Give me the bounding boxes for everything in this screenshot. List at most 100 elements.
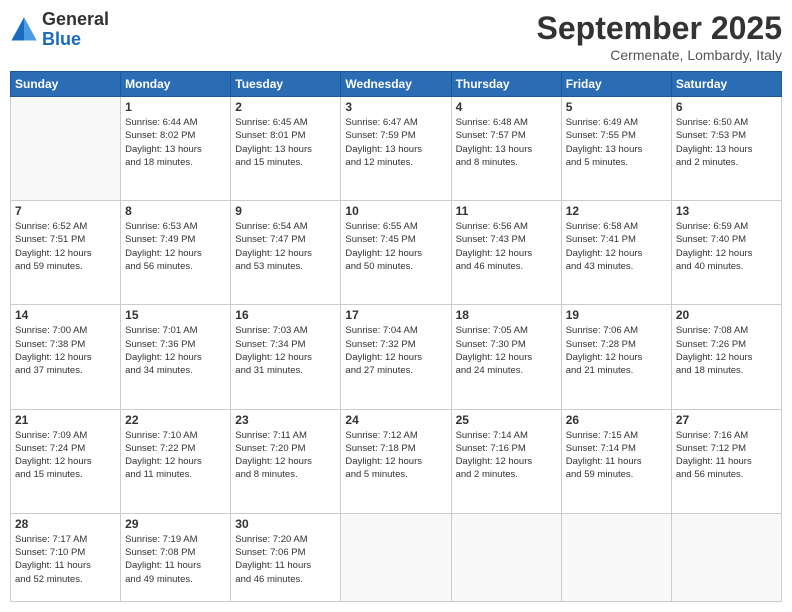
cell-w1-d4: 11Sunrise: 6:56 AMSunset: 7:43 PMDayligh… (451, 201, 561, 305)
logo-blue-text: Blue (42, 30, 109, 50)
day-info: Sunrise: 7:06 AMSunset: 7:28 PMDaylight:… (566, 324, 667, 377)
day-number: 7 (15, 204, 116, 218)
cell-w4-d1: 29 Sunrise: 7:19 AMSunset: 7:08 PMDayligh… (121, 513, 231, 601)
day-info: Sunrise: 7:16 AMSunset: 7:12 PMDaylight:… (676, 429, 777, 482)
cell-w1-d0: 7 Sunrise: 6:52 AMSunset: 7:51 PMDaylight… (11, 201, 121, 305)
day-info: Sunrise: 6:52 AMSunset: 7:51 PMDaylight:… (15, 220, 116, 273)
cell-w3-d3: 24 Sunrise: 7:12 AMSunset: 7:18 PMDayligh… (341, 409, 451, 513)
day-number: 23 (235, 413, 336, 427)
day-number: 3 (345, 100, 446, 114)
cell-w4-d2: 30 Sunrise: 7:20 AMSunset: 7:06 PMDayligh… (231, 513, 341, 601)
day-info: Sunrise: 7:04 AMSunset: 7:32 PMDaylight:… (345, 324, 446, 377)
day-number: 24 (345, 413, 446, 427)
day-info: Sunrise: 6:47 AMSunset: 7:59 PMDaylight:… (345, 116, 446, 169)
logo: General Blue (10, 10, 109, 50)
day-info: Sunrise: 6:56 AMSunset: 7:43 PMDaylight:… (456, 220, 557, 273)
cell-w3-d2: 23 Sunrise: 7:11 AMSunset: 7:20 PMDayligh… (231, 409, 341, 513)
logo-text: General Blue (42, 10, 109, 50)
day-info: Sunrise: 6:48 AMSunset: 7:57 PMDaylight:… (456, 116, 557, 169)
cell-w0-d4: 4 Sunrise: 6:48 AMSunset: 7:57 PMDaylight… (451, 97, 561, 201)
day-info: Sunrise: 6:45 AMSunset: 8:01 PMDaylight:… (235, 116, 336, 169)
cell-w0-d1: 1Sunrise: 6:44 AMSunset: 8:02 PMDaylight… (121, 97, 231, 201)
day-info: Sunrise: 7:00 AMSunset: 7:38 PMDaylight:… (15, 324, 116, 377)
week-row-4: 28Sunrise: 7:17 AMSunset: 7:10 PMDayligh… (11, 513, 782, 601)
cell-w2-d3: 17 Sunrise: 7:04 AMSunset: 7:32 PMDayligh… (341, 305, 451, 409)
day-number: 8 (125, 204, 226, 218)
day-number: 19 (566, 308, 667, 322)
cell-w0-d3: 3 Sunrise: 6:47 AMSunset: 7:59 PMDaylight… (341, 97, 451, 201)
day-number: 16 (235, 308, 336, 322)
cell-w4-d4 (451, 513, 561, 601)
logo-general-text: General (42, 10, 109, 30)
title-block: September 2025 Cermenate, Lombardy, Ital… (537, 10, 782, 63)
day-number: 12 (566, 204, 667, 218)
day-info: Sunrise: 6:50 AMSunset: 7:53 PMDaylight:… (676, 116, 777, 169)
week-row-1: 7 Sunrise: 6:52 AMSunset: 7:51 PMDaylight… (11, 201, 782, 305)
day-info: Sunrise: 7:19 AMSunset: 7:08 PMDaylight:… (125, 533, 226, 586)
cell-w3-d1: 22 Sunrise: 7:10 AMSunset: 7:22 PMDayligh… (121, 409, 231, 513)
cell-w2-d1: 15 Sunrise: 7:01 AMSunset: 7:36 PMDayligh… (121, 305, 231, 409)
cell-w4-d5 (561, 513, 671, 601)
day-info: Sunrise: 7:08 AMSunset: 7:26 PMDaylight:… (676, 324, 777, 377)
calendar-header-row: Sunday Monday Tuesday Wednesday Thursday… (11, 72, 782, 97)
day-info: Sunrise: 7:14 AMSunset: 7:16 PMDaylight:… (456, 429, 557, 482)
day-number: 27 (676, 413, 777, 427)
day-number: 21 (15, 413, 116, 427)
cell-w4-d0: 28Sunrise: 7:17 AMSunset: 7:10 PMDayligh… (11, 513, 121, 601)
header-thursday: Thursday (451, 72, 561, 97)
day-info: Sunrise: 6:58 AMSunset: 7:41 PMDaylight:… (566, 220, 667, 273)
day-number: 4 (456, 100, 557, 114)
header-saturday: Saturday (671, 72, 781, 97)
header-monday: Monday (121, 72, 231, 97)
day-number: 13 (676, 204, 777, 218)
day-info: Sunrise: 7:03 AMSunset: 7:34 PMDaylight:… (235, 324, 336, 377)
cell-w2-d6: 20 Sunrise: 7:08 AMSunset: 7:26 PMDayligh… (671, 305, 781, 409)
cell-w0-d0 (11, 97, 121, 201)
cell-w1-d1: 8 Sunrise: 6:53 AMSunset: 7:49 PMDaylight… (121, 201, 231, 305)
day-number: 5 (566, 100, 667, 114)
cell-w4-d3 (341, 513, 451, 601)
day-info: Sunrise: 7:05 AMSunset: 7:30 PMDaylight:… (456, 324, 557, 377)
day-number: 20 (676, 308, 777, 322)
day-info: Sunrise: 6:55 AMSunset: 7:45 PMDaylight:… (345, 220, 446, 273)
day-info: Sunrise: 6:59 AMSunset: 7:40 PMDaylight:… (676, 220, 777, 273)
day-info: Sunrise: 7:17 AMSunset: 7:10 PMDaylight:… (15, 533, 116, 586)
day-number: 26 (566, 413, 667, 427)
day-number: 15 (125, 308, 226, 322)
cell-w1-d2: 9Sunrise: 6:54 AMSunset: 7:47 PMDaylight… (231, 201, 341, 305)
day-info: Sunrise: 7:01 AMSunset: 7:36 PMDaylight:… (125, 324, 226, 377)
page: General Blue September 2025 Cermenate, L… (0, 0, 792, 612)
location: Cermenate, Lombardy, Italy (537, 47, 782, 63)
day-number: 30 (235, 517, 336, 531)
cell-w0-d6: 6Sunrise: 6:50 AMSunset: 7:53 PMDaylight… (671, 97, 781, 201)
day-number: 29 (125, 517, 226, 531)
day-info: Sunrise: 7:20 AMSunset: 7:06 PMDaylight:… (235, 533, 336, 586)
cell-w2-d5: 19 Sunrise: 7:06 AMSunset: 7:28 PMDayligh… (561, 305, 671, 409)
cell-w2-d4: 18Sunrise: 7:05 AMSunset: 7:30 PMDayligh… (451, 305, 561, 409)
day-number: 22 (125, 413, 226, 427)
day-number: 17 (345, 308, 446, 322)
header: General Blue September 2025 Cermenate, L… (10, 10, 782, 63)
day-number: 14 (15, 308, 116, 322)
day-number: 10 (345, 204, 446, 218)
cell-w4-d6 (671, 513, 781, 601)
header-sunday: Sunday (11, 72, 121, 97)
day-info: Sunrise: 7:15 AMSunset: 7:14 PMDaylight:… (566, 429, 667, 482)
header-wednesday: Wednesday (341, 72, 451, 97)
day-info: Sunrise: 7:09 AMSunset: 7:24 PMDaylight:… (15, 429, 116, 482)
calendar-table: Sunday Monday Tuesday Wednesday Thursday… (10, 71, 782, 602)
logo-icon (10, 16, 38, 44)
cell-w1-d6: 13 Sunrise: 6:59 AMSunset: 7:40 PMDayligh… (671, 201, 781, 305)
day-info: Sunrise: 6:44 AMSunset: 8:02 PMDaylight:… (125, 116, 226, 169)
day-number: 2 (235, 100, 336, 114)
cell-w2-d0: 14 Sunrise: 7:00 AMSunset: 7:38 PMDayligh… (11, 305, 121, 409)
week-row-3: 21 Sunrise: 7:09 AMSunset: 7:24 PMDayligh… (11, 409, 782, 513)
cell-w1-d5: 12 Sunrise: 6:58 AMSunset: 7:41 PMDayligh… (561, 201, 671, 305)
day-info: Sunrise: 7:10 AMSunset: 7:22 PMDaylight:… (125, 429, 226, 482)
day-info: Sunrise: 7:11 AMSunset: 7:20 PMDaylight:… (235, 429, 336, 482)
cell-w3-d5: 26 Sunrise: 7:15 AMSunset: 7:14 PMDayligh… (561, 409, 671, 513)
cell-w0-d5: 5Sunrise: 6:49 AMSunset: 7:55 PMDaylight… (561, 97, 671, 201)
day-info: Sunrise: 6:53 AMSunset: 7:49 PMDaylight:… (125, 220, 226, 273)
header-friday: Friday (561, 72, 671, 97)
day-info: Sunrise: 7:12 AMSunset: 7:18 PMDaylight:… (345, 429, 446, 482)
